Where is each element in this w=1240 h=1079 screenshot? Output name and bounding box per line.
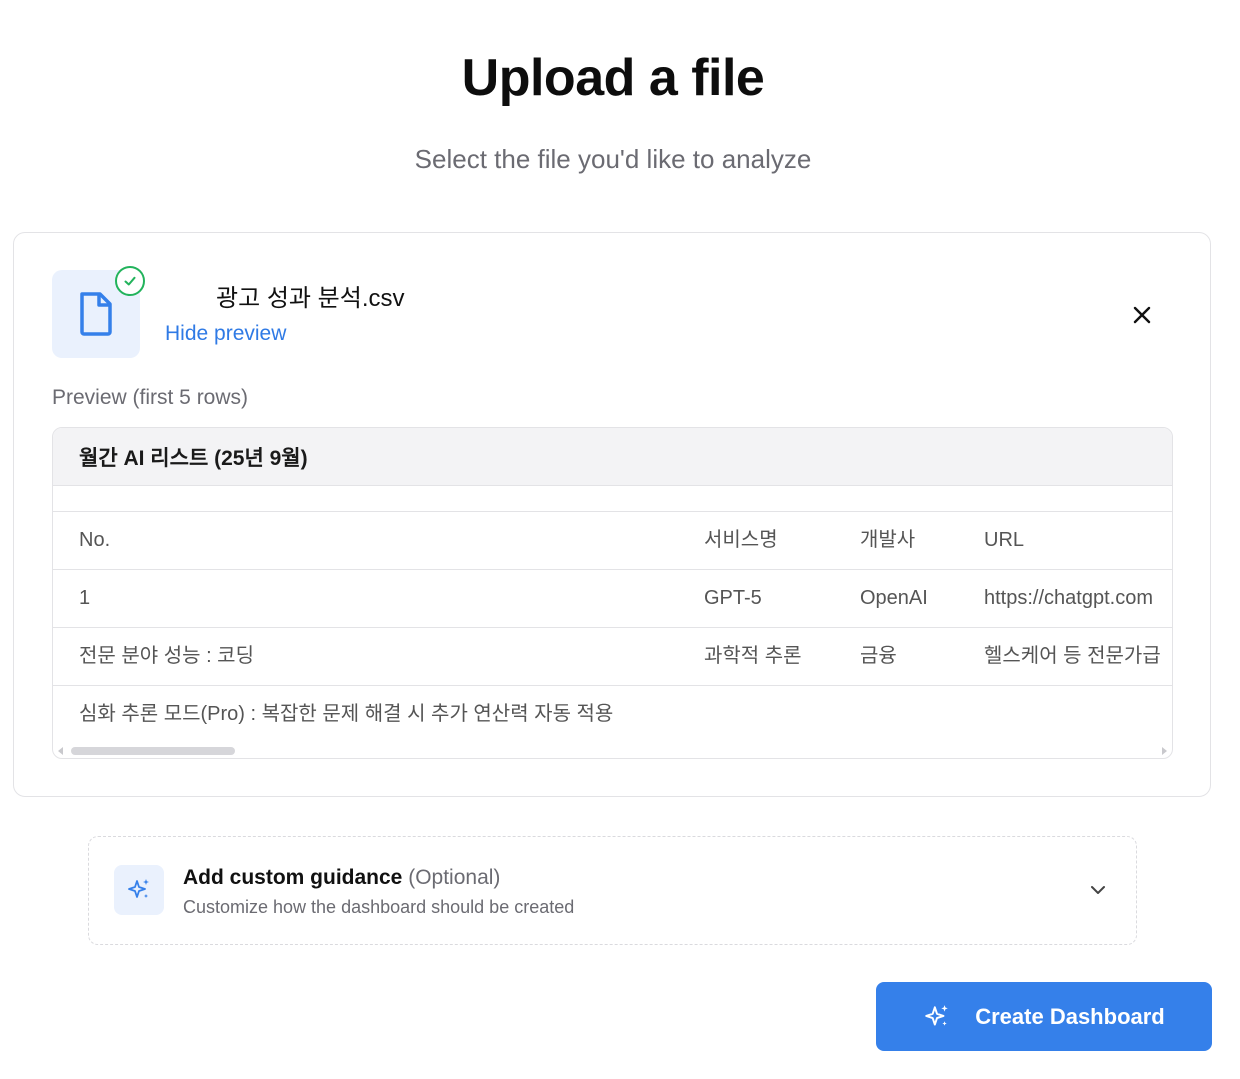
hide-preview-link[interactable]: Hide preview — [165, 322, 286, 346]
column-header: URL — [984, 529, 1025, 551]
table-cell: 금융 — [860, 645, 897, 667]
table-cell: 헬스케어 등 전문가급 — [984, 645, 1161, 667]
guidance-icon-box — [114, 865, 164, 915]
column-header: No. — [79, 529, 111, 551]
chevron-down-icon[interactable] — [1087, 879, 1109, 901]
column-header: 서비스명 — [704, 529, 778, 551]
table-header-row: No. 서비스명 개발사 URL — [53, 512, 1172, 570]
guidance-subtitle: Customize how the dashboard should be cr… — [183, 897, 575, 917]
table-row: 심화 추론 모드(Pro) : 복잡한 문제 해결 시 추가 연산력 자동 적용 — [53, 686, 1172, 744]
guidance-title: Add custom guidance (Optional) — [183, 866, 500, 890]
column-header: 개발사 — [860, 529, 916, 551]
close-icon — [1133, 306, 1151, 324]
table-cell: OpenAI — [860, 587, 928, 609]
table-cell: 1 — [79, 587, 91, 609]
scroll-right-icon[interactable] — [1162, 747, 1167, 755]
table-cell: https://chatgpt.com — [984, 587, 1153, 609]
table-row — [53, 486, 1172, 512]
table-row: 1 GPT-5 OpenAI https://chatgpt.com — [53, 570, 1172, 628]
preview-table[interactable]: 월간 AI 리스트 (25년 9월) No. 서비스명 개발사 URL 1 GP… — [52, 427, 1173, 759]
sparkle-icon — [128, 879, 149, 898]
horizontal-scrollbar[interactable] — [53, 744, 1172, 758]
create-dashboard-button[interactable]: Create Dashboard — [876, 982, 1212, 1051]
scroll-left-icon[interactable] — [58, 747, 63, 755]
create-dashboard-label: Create Dashboard — [975, 1003, 1165, 1029]
table-cell: 과학적 추론 — [704, 645, 802, 667]
sparkle-icon — [925, 1004, 949, 1026]
upload-page: Upload a file Select the file you'd like… — [0, 0, 1240, 1079]
guidance-title-text: Add custom guidance — [183, 866, 403, 889]
file-card: 광고 성과 분석.csv Hide preview Preview (first… — [13, 232, 1211, 797]
table-cell: GPT-5 — [704, 587, 762, 609]
remove-file-button[interactable] — [1126, 299, 1158, 331]
table-cell: 전문 분야 성능 : 코딩 — [79, 645, 254, 667]
file-name: 광고 성과 분석.csv — [216, 285, 405, 312]
custom-guidance-toggle[interactable]: Add custom guidance (Optional) Customize… — [88, 836, 1137, 945]
page-title: Upload a file — [461, 49, 765, 107]
table-row: 전문 분야 성능 : 코딩 과학적 추론 금융 헬스케어 등 전문가급 — [53, 628, 1172, 686]
sheet-title: 월간 AI 리스트 (25년 9월) — [53, 428, 1172, 486]
check-circle-icon — [115, 266, 145, 296]
scrollbar-thumb[interactable] — [71, 747, 235, 755]
table-cell: 심화 추론 모드(Pro) : 복잡한 문제 해결 시 추가 연산력 자동 적용 — [79, 703, 614, 725]
page-subtitle: Select the file you'd like to analyze — [414, 144, 812, 174]
preview-label: Preview (first 5 rows) — [52, 386, 249, 409]
document-icon — [80, 292, 112, 336]
guidance-optional-tag: (Optional) — [408, 866, 501, 889]
